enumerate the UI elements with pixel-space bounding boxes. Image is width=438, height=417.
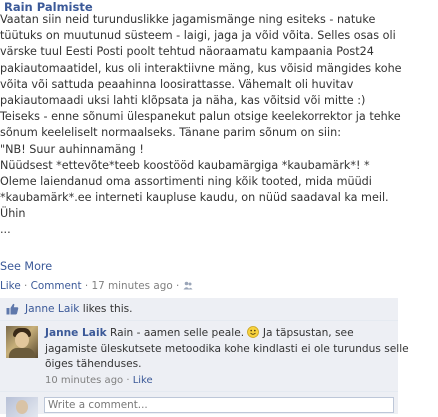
comment-author[interactable]: Janne Laik — [45, 327, 107, 339]
see-more-link[interactable]: See More — [0, 260, 52, 274]
reply-row — [0, 393, 398, 417]
avatar-face — [15, 332, 29, 348]
comment-meta: 10 minutes ago · Like — [45, 373, 395, 389]
comment-text: Rain - aamen selle peale. — [106, 327, 248, 339]
post-text-line: värske tuul Eesti Posti poolt tehtud näo… — [0, 45, 374, 59]
comment-line: Janne Laik Rain - aamen selle peale. Ja … — [45, 326, 395, 342]
comment: Janne Laik Rain - aamen selle peale. Ja … — [0, 321, 409, 392]
post-like-link[interactable]: Like — [0, 280, 21, 292]
feedback-panel: Janne Laik likes this. Janne Laik Rain -… — [0, 298, 409, 417]
post-text-line: pakiautomaatidel, kus oli interaktiivne … — [0, 61, 402, 75]
post-text-line: Teiseks - enne sõnumi ülespanekut palun … — [0, 110, 401, 124]
likes-suffix: likes this. — [79, 303, 133, 315]
post-text-line: sõnum keeleliselt normaalseks. Tänane pa… — [0, 126, 341, 140]
comment-line: õiges tähenduses. — [45, 358, 142, 370]
avatar-body — [9, 348, 35, 358]
smiley-icon — [247, 326, 260, 338]
likes-row: Janne Laik likes this. — [0, 298, 398, 321]
people-icon[interactable] — [183, 280, 193, 290]
post-text-line: *kaubamärk*.ee interneti kaupluse kaudu,… — [0, 191, 389, 205]
meta-separator: · — [20, 280, 31, 292]
post-text-line: tüütuks on muutunud süsteem - laigi, jag… — [0, 29, 396, 43]
meta-separator: · — [172, 280, 183, 292]
post-text-line: võita või sattuda peaahinna loosirattass… — [0, 77, 354, 91]
post-text-line: Oleme laiendanud oma assortimenti ning k… — [0, 174, 372, 188]
comment-line: jagamiste üleskutsete metoodika kohe kin… — [45, 342, 409, 355]
post-text-line: "NB! Suur auhinnamäng ! — [0, 142, 144, 156]
comment-text: Ja täpsustan, see — [259, 327, 354, 339]
post-text-line: Ühin — [0, 207, 26, 221]
liker-name[interactable]: Janne Laik — [25, 303, 79, 315]
facebook-post: Rain Palmiste Vaatan siin neid turundusl… — [0, 0, 438, 417]
post-text-line: pakiautomaadi uksi lahti klõpsata ja näh… — [0, 93, 366, 107]
avatar[interactable] — [6, 326, 38, 358]
thumbs-up-icon — [6, 303, 19, 315]
post-meta: Like · Comment · 17 minutes ago · — [0, 279, 193, 293]
comment-body: Janne Laik Rain - aamen selle peale. Ja … — [45, 326, 409, 389]
post-text-line: ... — [0, 223, 11, 237]
comment-input[interactable] — [44, 397, 394, 413]
likes-summary: Janne Laik likes this. — [25, 303, 133, 316]
meta-separator: · — [123, 374, 133, 386]
comment-like-link[interactable]: Like — [133, 375, 153, 386]
avatar — [6, 397, 38, 417]
post-text-line: Nüüdsest *ettevõte*teeb koostööd kaubamä… — [0, 158, 370, 172]
avatar-face — [16, 400, 28, 414]
meta-separator: · — [81, 280, 92, 292]
comment-timestamp[interactable]: 10 minutes ago — [45, 375, 123, 386]
post-text-line: Vaatan siin neid turunduslikke jagamismä… — [0, 13, 376, 26]
post-text: Vaatan siin neid turunduslikke jagamismä… — [0, 12, 430, 239]
post-comment-link[interactable]: Comment — [31, 280, 82, 292]
post-timestamp[interactable]: 17 minutes ago — [91, 280, 172, 292]
